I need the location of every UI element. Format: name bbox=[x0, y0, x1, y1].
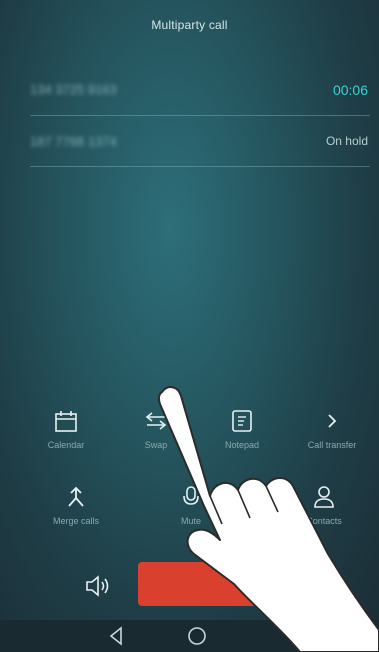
hold-status: On hold bbox=[325, 134, 368, 148]
call-transfer-button[interactable]: Call transfer bbox=[294, 408, 370, 472]
call-timer: 00:06 bbox=[332, 82, 368, 98]
active-call-row[interactable]: 134 3725 9163 00:06 bbox=[30, 64, 370, 116]
notepad-button[interactable]: Notepad bbox=[204, 408, 280, 472]
screen-title: Multiparty call bbox=[151, 18, 228, 32]
divider bbox=[30, 166, 370, 167]
swap-icon bbox=[145, 412, 167, 430]
home-icon[interactable] bbox=[186, 625, 208, 647]
mute-button[interactable]: Mute bbox=[153, 484, 229, 548]
person-icon bbox=[314, 486, 334, 508]
notepad-icon bbox=[232, 410, 252, 432]
merge-icon bbox=[68, 486, 84, 507]
navigation-bar bbox=[0, 620, 379, 652]
calendar-label: Calendar bbox=[47, 440, 85, 450]
active-call-number: 134 3725 9163 bbox=[30, 82, 117, 97]
held-call-number: 187 7768 1374 bbox=[30, 134, 117, 149]
end-call-button[interactable] bbox=[138, 562, 258, 606]
notepad-label: Notepad bbox=[224, 440, 260, 450]
swap-button[interactable]: Swap bbox=[118, 408, 194, 472]
held-call-row[interactable]: 187 7768 1374 On hold bbox=[30, 116, 370, 168]
call-transfer-label: Call transfer bbox=[307, 440, 357, 450]
microphone-icon bbox=[183, 486, 199, 505]
calendar-icon bbox=[55, 411, 77, 432]
multiparty-call-screen: Multiparty call 134 3725 9163 00:06 187 … bbox=[0, 0, 379, 652]
contacts-label: Contacts bbox=[306, 516, 342, 526]
contacts-button[interactable]: Contacts bbox=[286, 484, 362, 548]
merge-calls-button[interactable]: Merge calls bbox=[38, 484, 114, 548]
chevron-right-icon bbox=[328, 414, 337, 428]
speaker-icon[interactable] bbox=[78, 566, 118, 606]
back-icon[interactable] bbox=[106, 625, 126, 647]
merge-calls-label: Merge calls bbox=[52, 516, 99, 526]
swap-label: Swap bbox=[144, 440, 168, 450]
mute-label: Mute bbox=[180, 516, 201, 526]
calendar-button[interactable]: Calendar bbox=[28, 408, 104, 472]
